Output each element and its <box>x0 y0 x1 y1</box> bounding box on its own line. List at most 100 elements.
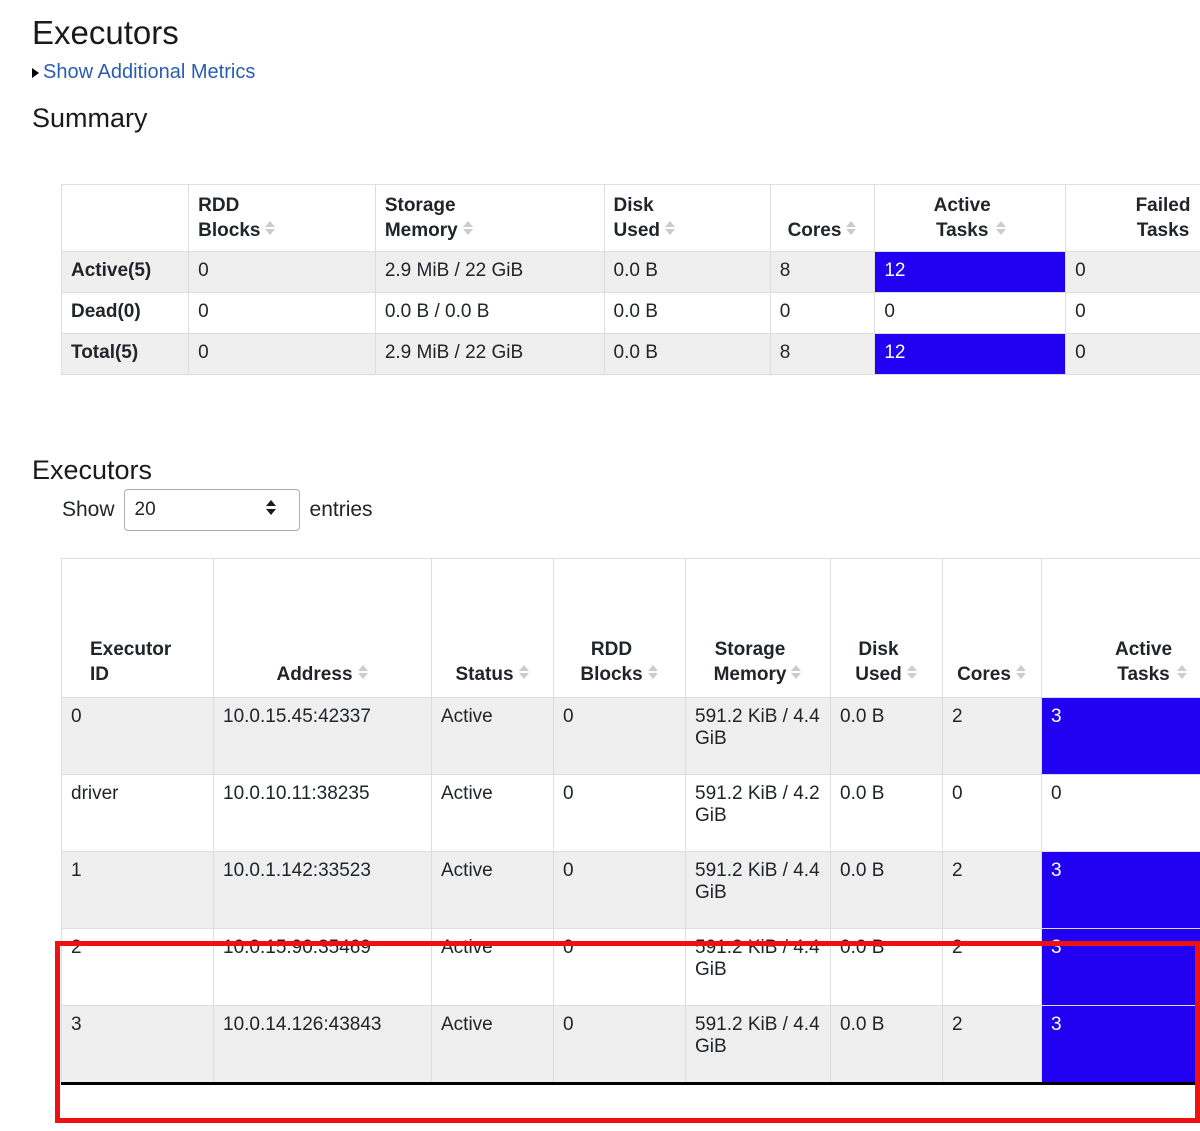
table-row: 0 10.0.15.45:42337 Active 0 591.2 KiB / … <box>62 698 1200 775</box>
cell-active-tasks: 12 <box>875 252 1066 293</box>
summary-table-container: RDDBlocks StorageMemory DiskUsed Cores A… <box>61 184 1200 375</box>
cell-storage-memory: 591.2 KiB / 4.4 GiB <box>686 1006 831 1084</box>
exec-col-executor-id[interactable]: ExecutorID <box>62 559 214 698</box>
summary-heading: Summary <box>0 85 1200 135</box>
exec-col-status[interactable]: Status <box>432 559 554 698</box>
header-line1: Disk <box>858 639 898 660</box>
sort-arrows-icon[interactable] <box>518 665 530 679</box>
cell-cores: 2 <box>943 698 1042 775</box>
entries-select-value: 20 <box>135 499 156 521</box>
cell-rdd-blocks: 0 <box>554 929 686 1006</box>
cell-disk-used: 0.0 B <box>604 334 770 375</box>
cell-address: 10.0.15.90:35469 <box>214 929 432 1006</box>
header-line1: Storage <box>715 639 786 660</box>
summary-row-label: Dead(0) <box>62 293 189 334</box>
cell-active-tasks: 12 <box>875 334 1066 375</box>
cell-status: Active <box>432 698 554 775</box>
sort-arrows-icon[interactable] <box>264 221 276 235</box>
cell-failed-tasks: 0 <box>1066 293 1200 334</box>
cell-cores: 2 <box>943 852 1042 929</box>
executors-table-head: ExecutorID Address Status RDD Blocks Stor… <box>62 559 1200 698</box>
cell-storage-memory: 591.2 KiB / 4.4 GiB <box>686 852 831 929</box>
sort-arrows-icon[interactable] <box>664 221 676 235</box>
sort-arrows-icon[interactable] <box>647 665 659 679</box>
cell-storage-memory: 591.2 KiB / 4.4 GiB <box>686 929 831 1006</box>
cell-address: 10.0.1.142:33523 <box>214 852 432 929</box>
cell-rdd-blocks: 0 <box>189 334 376 375</box>
summary-col-disk-used[interactable]: DiskUsed <box>604 185 770 252</box>
header-line2: Blocks <box>580 664 642 685</box>
table-row: Dead(0) 0 0.0 B / 0.0 B 0.0 B 0 0 0 <box>62 293 1200 334</box>
table-row: 3 10.0.14.126:43843 Active 0 591.2 KiB /… <box>62 1006 1200 1084</box>
sort-arrows-icon[interactable] <box>462 221 474 235</box>
cell-active-tasks: 3 <box>1042 852 1200 929</box>
summary-row-label: Total(5) <box>62 334 189 375</box>
header-line2: Address <box>276 664 352 685</box>
cell-status: Active <box>432 929 554 1006</box>
executors-table: ExecutorID Address Status RDD Blocks Stor… <box>61 558 1200 1085</box>
cell-executor-id: driver <box>62 775 214 852</box>
sort-arrows-icon[interactable] <box>790 665 802 679</box>
cell-cores: 2 <box>943 929 1042 1006</box>
summary-table-body: Active(5) 0 2.9 MiB / 22 GiB 0.0 B 8 12 … <box>62 252 1200 375</box>
summary-header-row: RDDBlocks StorageMemory DiskUsed Cores A… <box>62 185 1200 252</box>
cell-executor-id: 2 <box>62 929 214 1006</box>
cell-failed-tasks: 0 <box>1066 252 1200 293</box>
cell-storage-memory: 591.2 KiB / 4.4 GiB <box>686 698 831 775</box>
exec-col-address[interactable]: Address <box>214 559 432 698</box>
header-line1: Disk <box>614 195 654 216</box>
exec-col-storage-memory[interactable]: Storage Memory <box>686 559 831 698</box>
exec-col-active-tasks[interactable]: ActiveTasks <box>1042 559 1200 698</box>
header-line2: Status <box>455 664 513 685</box>
cell-executor-id: 3 <box>62 1006 214 1084</box>
show-entries-control: Show 20 entries <box>62 489 373 531</box>
show-label: Show <box>62 498 115 522</box>
entries-per-page-select[interactable]: 20 <box>124 489 300 531</box>
cell-status: Active <box>432 775 554 852</box>
summary-col-blank <box>62 185 189 252</box>
header-line1: RDD <box>591 639 632 660</box>
sort-arrows-icon[interactable] <box>845 221 857 235</box>
executors-page: Executors Show Additional Metrics Summar… <box>0 0 1200 1131</box>
header-line1: Failed <box>1136 195 1191 216</box>
exec-col-cores[interactable]: Cores <box>943 559 1042 698</box>
cell-address: 10.0.15.45:42337 <box>214 698 432 775</box>
exec-col-disk-used[interactable]: DiskUsed <box>831 559 943 698</box>
cell-executor-id: 0 <box>62 698 214 775</box>
header-line2: Cores <box>957 664 1011 685</box>
cell-rdd-blocks: 0 <box>554 1006 686 1084</box>
header-line2: Tasks <box>936 220 988 241</box>
show-additional-metrics-link[interactable]: Show Additional Metrics <box>43 59 255 85</box>
sort-arrows-icon[interactable] <box>1176 665 1188 679</box>
cell-cores: 0 <box>770 293 875 334</box>
sort-arrows-icon[interactable] <box>906 665 918 679</box>
cell-active-tasks: 0 <box>1042 775 1200 852</box>
expand-triangle-icon[interactable] <box>32 68 39 78</box>
cell-rdd-blocks: 0 <box>189 252 376 293</box>
header-line2: Tasks <box>1117 664 1169 685</box>
header-line1: RDD <box>198 195 239 216</box>
sort-arrows-icon[interactable] <box>995 221 1007 235</box>
cell-storage-memory: 2.9 MiB / 22 GiB <box>375 334 604 375</box>
summary-col-active-tasks[interactable]: ActiveTasks <box>875 185 1066 252</box>
summary-col-cores[interactable]: Cores <box>770 185 875 252</box>
cell-active-tasks: 0 <box>875 293 1066 334</box>
table-row: 2 10.0.15.90:35469 Active 0 591.2 KiB / … <box>62 929 1200 1006</box>
cell-disk-used: 0.0 B <box>604 252 770 293</box>
sort-arrows-icon[interactable] <box>1015 665 1027 679</box>
header-line2: Memory <box>714 664 787 685</box>
cell-disk-used: 0.0 B <box>831 698 943 775</box>
table-row: driver 10.0.10.11:38235 Active 0 591.2 K… <box>62 775 1200 852</box>
cell-active-tasks: 3 <box>1042 1006 1200 1084</box>
summary-col-storage-memory[interactable]: StorageMemory <box>375 185 604 252</box>
chevron-updown-icon[interactable] <box>266 500 277 520</box>
table-row: 1 10.0.1.142:33523 Active 0 591.2 KiB / … <box>62 852 1200 929</box>
cell-disk-used: 0.0 B <box>831 929 943 1006</box>
executors-header-row: ExecutorID Address Status RDD Blocks Stor… <box>62 559 1200 698</box>
sort-arrows-icon[interactable] <box>357 665 369 679</box>
summary-col-rdd-blocks[interactable]: RDDBlocks <box>189 185 376 252</box>
exec-col-rdd-blocks[interactable]: RDD Blocks <box>554 559 686 698</box>
cell-cores: 2 <box>943 1006 1042 1084</box>
summary-col-failed-tasks[interactable]: FailedTasks <box>1066 185 1200 252</box>
executors-table-body: 0 10.0.15.45:42337 Active 0 591.2 KiB / … <box>62 698 1200 1084</box>
